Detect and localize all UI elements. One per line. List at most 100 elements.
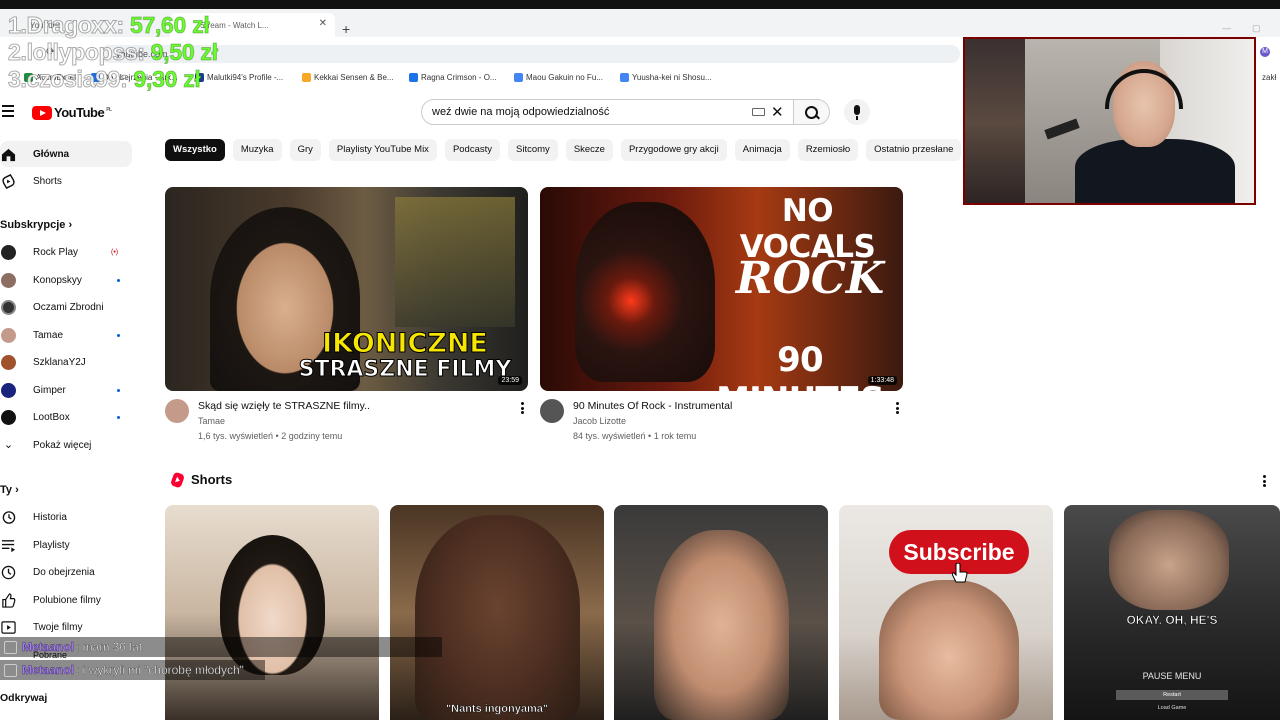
voice-search-button[interactable] <box>844 99 870 125</box>
search-button[interactable] <box>794 99 830 125</box>
you-header[interactable]: Ty › <box>0 484 19 496</box>
history-icon <box>2 510 16 524</box>
chip-mix-playlists[interactable]: Playlisty YouTube Mix <box>328 139 437 161</box>
subscriptions-header[interactable]: Subskrypcje › <box>0 219 72 231</box>
sidebar-item-label: Główna <box>33 148 70 160</box>
channel-name[interactable]: Tamae <box>198 416 225 426</box>
more-options-icon[interactable] <box>1263 475 1266 489</box>
menu-icon[interactable] <box>2 105 14 120</box>
explore-header: Odkrywaj <box>0 692 47 704</box>
new-content-dot <box>117 415 120 419</box>
donation-amount: 57,60 zł <box>129 12 210 39</box>
ranking-row: 1.Dragoxx: 57,60 zł <box>8 12 218 39</box>
chip-all[interactable]: Wszystko <box>165 139 225 161</box>
section-title: Subskrypcje <box>0 219 66 231</box>
sidebar-show-more[interactable]: ⌄ Pokaż więcej <box>0 432 132 458</box>
short-card[interactable]: Subscribe <box>839 505 1053 720</box>
sidebar-sub-lootbox[interactable]: LootBox <box>0 404 132 430</box>
chat-badge-icon <box>4 640 17 654</box>
sidebar-item-shorts[interactable]: Shorts <box>0 168 132 194</box>
sidebar-item-history[interactable]: Historia <box>0 504 132 530</box>
chip-animation[interactable]: Animacja <box>734 139 790 161</box>
sidebar-item-label: Shorts <box>33 175 62 187</box>
video-thumbnail[interactable]: IKONICZNE STRASZNE FILMY 23:59 <box>165 187 528 391</box>
sidebar-item-liked[interactable]: Polubione filmy <box>0 587 132 613</box>
short-card[interactable] <box>614 505 828 720</box>
sidebar-sub-rock-play[interactable]: Rock Play (•) <box>0 239 132 265</box>
short-card[interactable]: OKAY. OH, HE'S PAUSE MENU Restart Load G… <box>1064 505 1280 720</box>
video-thumbnail[interactable]: NO VOCALS ROCK 90 MINUTES 1:33:48 <box>540 187 903 391</box>
bookmark-icon <box>409 73 418 82</box>
bookmark-label: Malutki94's Profile -... <box>207 73 284 82</box>
sidebar-sub-konopskyy[interactable]: Konopskyy <box>0 267 132 293</box>
bookmark-item[interactable]: Yuusha-kei ni Shosu... <box>620 73 712 82</box>
bookmark-item[interactable]: Maou Gakuin no Fu... <box>514 73 603 82</box>
section-title: Odkrywaj <box>0 692 48 704</box>
maximize-icon[interactable]: ▢ <box>1252 23 1261 34</box>
shorts-section-header: Shorts <box>169 471 232 488</box>
live-indicator-icon: (•) <box>111 248 119 256</box>
shorts-icon <box>169 471 186 488</box>
bookmark-label: Maou Gakuin no Fu... <box>526 73 603 82</box>
keyboard-icon[interactable] <box>752 108 765 116</box>
chip-crafts[interactable]: Rzemiosło <box>797 139 859 161</box>
chip-sitcoms[interactable]: Sitcomy <box>508 139 558 161</box>
chip-sketches[interactable]: Skecze <box>565 139 613 161</box>
channel-avatar[interactable] <box>540 399 564 423</box>
sidebar-sub-tamae[interactable]: Tamae <box>0 322 132 348</box>
webcam-bookshelf <box>965 39 1025 203</box>
more-options-icon[interactable] <box>896 402 899 416</box>
youtube-logo[interactable]: YouTube PL <box>32 105 112 120</box>
sidebar-sub-oczami-zbrodni[interactable]: Oczami Zbrodni <box>0 294 132 320</box>
new-tab-icon[interactable]: + <box>342 21 350 37</box>
new-content-dot <box>117 333 120 337</box>
avatar <box>1 382 16 398</box>
view-count: 84 tys. wyświetleń <box>573 431 646 441</box>
sidebar-item-playlists[interactable]: Playlisty <box>0 532 132 558</box>
sidebar-item-label: Pokaż więcej <box>33 439 92 451</box>
avatar <box>1 354 16 370</box>
donation-ranking: 1.Dragoxx: 57,60 zł 2.lollypopss: 9,50 z… <box>7 12 218 93</box>
video-title[interactable]: Skąd się wzięły te STRASZNE filmy.. <box>198 400 370 412</box>
close-tab-icon[interactable]: ✕ <box>319 18 327 29</box>
bookmark-overflow[interactable]: zakł <box>1262 73 1276 82</box>
short-caption: OKAY. OH, HE'S <box>1126 613 1218 628</box>
video-title[interactable]: 90 Minutes Of Rock - Instrumental <box>573 400 732 412</box>
sidebar-sub-gimper[interactable]: Gimper <box>0 377 132 403</box>
chip-music[interactable]: Muzyka <box>232 139 282 161</box>
chip-action-adventure[interactable]: Przygodowe gry akcji <box>620 139 727 161</box>
sidebar-item-watch-later[interactable]: Do obejrzenia <box>0 559 132 585</box>
clear-search-icon[interactable]: ✕ <box>771 103 784 121</box>
chip-podcasts[interactable]: Podcasty <box>444 139 501 161</box>
more-options-icon[interactable] <box>521 402 524 416</box>
sidebar-item-label: Twoje filmy <box>33 621 83 633</box>
bookmark-item[interactable]: Ragna Crimson - O... <box>409 73 497 82</box>
title-strip <box>0 0 1280 9</box>
short-thumbnail-person <box>879 580 1019 720</box>
chip-games[interactable]: Gry <box>289 139 321 161</box>
channel-name[interactable]: Jacob Lizotte <box>573 416 626 426</box>
sidebar-item-home[interactable]: Główna <box>0 141 132 167</box>
bookmark-label: zakł <box>1262 73 1277 82</box>
short-thumbnail-person <box>654 530 789 720</box>
chevron-right-icon: › <box>15 484 19 496</box>
like-icon <box>2 592 16 608</box>
chip-recently-uploaded[interactable]: Ostatnio przesłane <box>866 139 962 161</box>
short-card[interactable] <box>165 505 379 720</box>
minimize-icon[interactable]: — <box>1222 23 1231 33</box>
short-card[interactable]: "Nants ingonyama" <box>390 505 604 720</box>
sidebar-item-label: Rock Play <box>33 246 79 258</box>
filter-chips: Wszystko Muzyka Gry Playlisty YouTube Mix Po… <box>165 139 965 161</box>
bookmark-item[interactable]: Kekkai Sensen & Be... <box>302 73 394 82</box>
separator: • <box>273 431 282 441</box>
playlist-icon <box>1 539 16 552</box>
pause-menu-title: PAUSE MENU <box>1142 671 1202 681</box>
profile-icon[interactable]: M <box>1260 47 1270 57</box>
sidebar-sub-szklanay2j[interactable]: SzklanaY2J <box>0 349 132 375</box>
new-content-dot <box>117 278 120 282</box>
search-input[interactable]: weź dwie na moją odpowiedzialność <box>421 99 794 125</box>
url-field[interactable]: youtube.com <box>100 45 960 63</box>
webcam-overlay <box>963 37 1256 205</box>
donation-amount: 9,50 zł <box>150 39 218 66</box>
channel-avatar[interactable] <box>165 399 189 423</box>
